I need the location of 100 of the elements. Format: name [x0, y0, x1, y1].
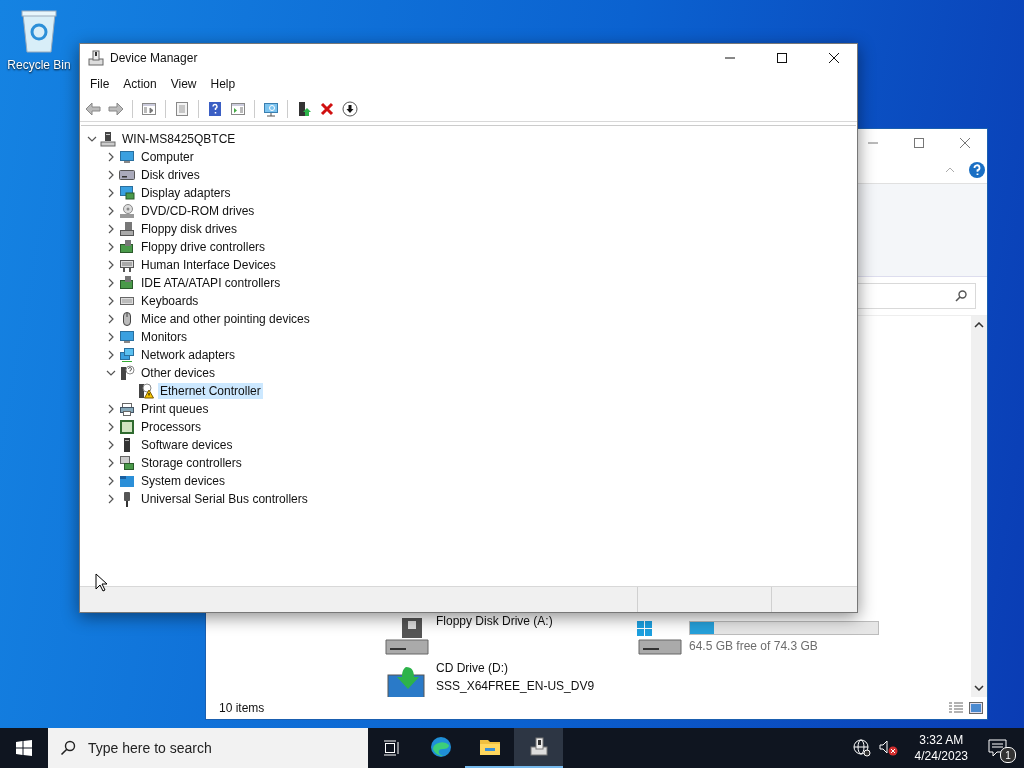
- tree-item[interactable]: DVD/CD-ROM drives: [139, 203, 257, 219]
- close-icon[interactable]: [828, 52, 840, 64]
- chevron-icon[interactable]: [106, 296, 116, 306]
- scan-monitor-icon[interactable]: [263, 100, 279, 117]
- task-view-icon: [383, 740, 401, 756]
- processor-icon: [119, 419, 135, 435]
- chevron-icon[interactable]: [106, 152, 116, 162]
- tree-item[interactable]: Other devices: [139, 365, 218, 381]
- tree-item[interactable]: Universal Serial Bus controllers: [139, 491, 310, 507]
- chevron-icon[interactable]: [106, 242, 116, 252]
- tree-item[interactable]: Network adapters: [139, 347, 238, 363]
- tree-item[interactable]: Floppy drive controllers: [139, 239, 268, 255]
- recycle-bin-icon[interactable]: [19, 8, 59, 54]
- tree-item[interactable]: Keyboards: [139, 293, 201, 309]
- tree-item[interactable]: Storage controllers: [139, 455, 244, 471]
- chevron-icon[interactable]: [106, 224, 116, 234]
- notification-badge: 1: [1000, 747, 1016, 763]
- update-driver-icon[interactable]: [296, 100, 312, 117]
- chevron-icon[interactable]: [106, 476, 116, 486]
- chevron-icon[interactable]: [106, 350, 116, 360]
- chevron-icon[interactable]: [106, 278, 116, 288]
- floppy-drive-icon: [384, 618, 430, 658]
- tree-item[interactable]: Display adapters: [139, 185, 233, 201]
- console-tree-icon[interactable]: [141, 100, 157, 117]
- muted-speaker-icon[interactable]: [878, 739, 899, 757]
- menu-item[interactable]: Action: [116, 77, 164, 91]
- desktop-icon-label[interactable]: Recycle Bin: [7, 58, 71, 72]
- menu-item[interactable]: Help: [203, 77, 243, 91]
- chevron-icon[interactable]: [106, 332, 116, 342]
- tree-item[interactable]: Software devices: [139, 437, 235, 453]
- tree-item[interactable]: Computer: [139, 149, 196, 165]
- circuit-board-icon: [119, 239, 135, 255]
- chevron-icon[interactable]: [106, 422, 116, 432]
- disc-drive-icon: [119, 203, 135, 219]
- chevron-icon[interactable]: [106, 188, 116, 198]
- tree-item[interactable]: Print queues: [139, 401, 211, 417]
- browser-icon: [428, 735, 453, 759]
- drive-name[interactable]: CD Drive (D:): [436, 661, 595, 675]
- chevron-icon[interactable]: [87, 134, 97, 144]
- search-field[interactable]: [858, 283, 976, 309]
- drive-detail: 64.5 GB free of 74.3 GB: [689, 639, 819, 653]
- windows-logo-icon: [16, 740, 32, 756]
- help-icon[interactable]: [207, 100, 223, 117]
- computer-icon: [100, 131, 116, 147]
- chevron-icon[interactable]: [106, 260, 116, 270]
- chevron-icon[interactable]: [106, 368, 116, 378]
- large-icons-view-icon[interactable]: [969, 702, 983, 714]
- chevron-icon[interactable]: [106, 440, 116, 450]
- drive-icon: [119, 167, 135, 183]
- taskbar-search-field[interactable]: Type here to search: [48, 728, 368, 768]
- chevron-icon[interactable]: [106, 314, 116, 324]
- window-title: Device Manager: [110, 51, 198, 65]
- tree-item[interactable]: Ethernet Controller: [158, 383, 263, 399]
- notification-icon[interactable]: [988, 739, 1008, 757]
- chevron-icon[interactable]: [106, 404, 116, 414]
- clock-time: 3:32 AM: [919, 732, 964, 748]
- back-arrow-icon[interactable]: [85, 100, 101, 117]
- clock[interactable]: 3:32 AM 4/24/2023: [906, 732, 976, 764]
- tree-item[interactable]: Floppy disk drives: [139, 221, 240, 237]
- mouse-pointer-icon: [95, 573, 107, 592]
- tree-item[interactable]: Mice and other pointing devices: [139, 311, 312, 327]
- folder-icon: [119, 473, 135, 489]
- forward-arrow-icon[interactable]: [108, 100, 124, 117]
- download-icon[interactable]: [342, 100, 358, 117]
- clock-date: 4/24/2023: [914, 748, 968, 764]
- monitor-icon: [119, 329, 135, 345]
- maximize-icon[interactable]: [776, 52, 788, 64]
- menu-item[interactable]: File: [83, 77, 117, 91]
- circuit-board-icon: [119, 275, 135, 291]
- tree-item[interactable]: Monitors: [139, 329, 189, 345]
- input-device-icon: [119, 257, 135, 273]
- unknown-device-icon: [119, 365, 135, 381]
- network-globe-icon[interactable]: [852, 739, 871, 757]
- disk-drive-icon: [637, 618, 683, 658]
- tree-item[interactable]: IDE ATA/ATAPI controllers: [139, 275, 283, 291]
- tree-item[interactable]: Disk drives: [139, 167, 202, 183]
- drive-detail: SSS_X64FREE_EN-US_DV9: [436, 679, 595, 693]
- tree-item[interactable]: Human Interface Devices: [139, 257, 278, 273]
- scrollbar[interactable]: [971, 316, 987, 697]
- uninstall-icon[interactable]: [319, 100, 335, 117]
- storage-controller-icon: [119, 455, 135, 471]
- tree-item[interactable]: System devices: [139, 473, 228, 489]
- properties-icon[interactable]: [174, 100, 190, 117]
- tree-item[interactable]: Processors: [139, 419, 204, 435]
- chevron-icon[interactable]: [106, 494, 116, 504]
- help-icon[interactable]: [969, 162, 985, 178]
- network-icon: [119, 347, 135, 363]
- drive-name[interactable]: Floppy Disk Drive (A:): [436, 614, 553, 628]
- taskbar-app-button[interactable]: [514, 728, 563, 768]
- scroll-up-icon[interactable]: [974, 322, 984, 328]
- warning-device-icon: [138, 383, 154, 399]
- scroll-down-icon[interactable]: [974, 685, 984, 691]
- chevron-icon[interactable]: [106, 206, 116, 216]
- tree-item[interactable]: WIN-MS8425QBTCE: [120, 131, 238, 147]
- chevron-icon[interactable]: [106, 170, 116, 180]
- chevron-icon[interactable]: [106, 458, 116, 468]
- action-pane-icon[interactable]: [230, 100, 246, 117]
- search-icon: [955, 290, 967, 302]
- item-count: 10 items: [219, 701, 265, 715]
- menu-item[interactable]: View: [163, 77, 204, 91]
